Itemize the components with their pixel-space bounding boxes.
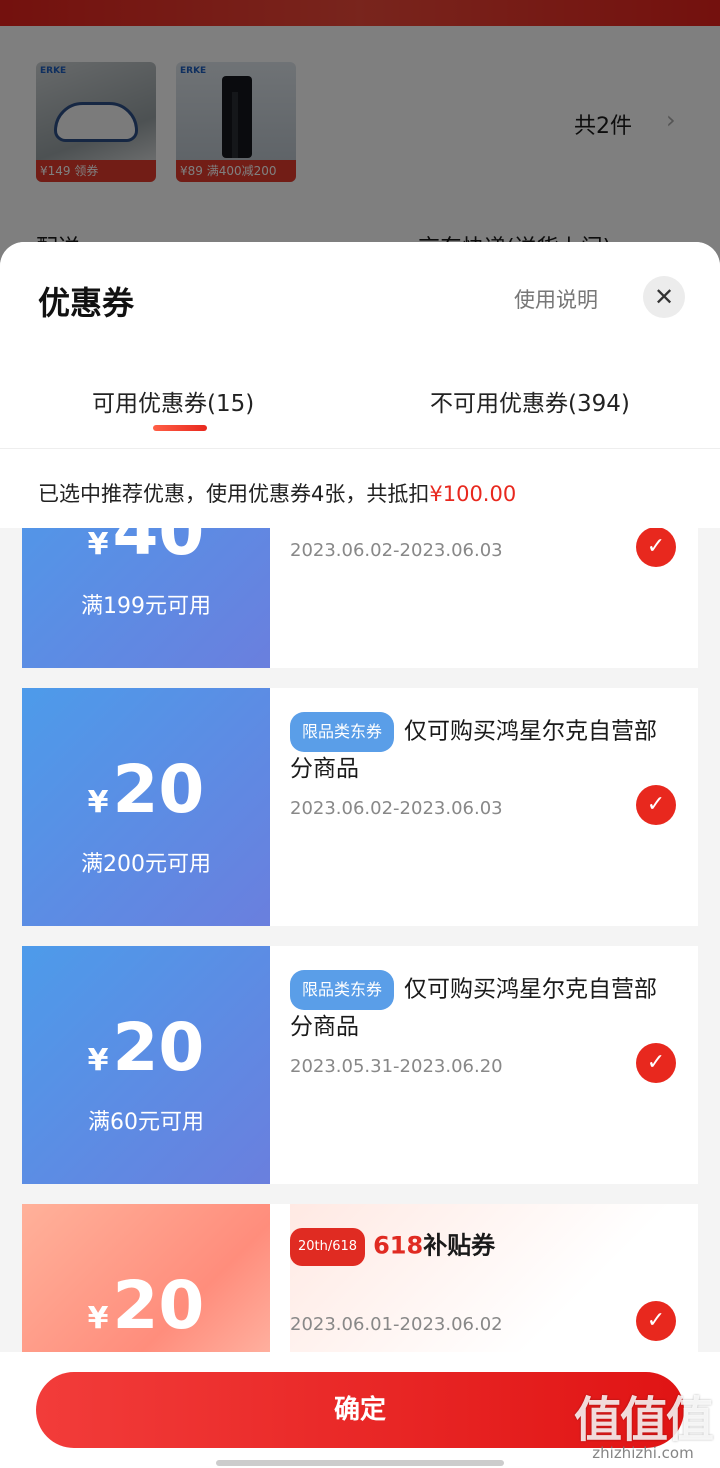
coupon-title: 限品类东券 仅可购买鸿星尔克自营部分商品	[290, 970, 670, 1044]
summary-text: 已选中推荐优惠，使用优惠券4张，共抵扣	[38, 482, 430, 506]
discount-summary: 已选中推荐优惠，使用优惠券4张，共抵扣¥100.00	[38, 478, 516, 508]
coupon-detail: 限品类东券 仅可购买鸿星尔克自营部分商品 2023.06.02-2023.06.0…	[290, 688, 690, 926]
category-pill: 限品类东券	[290, 712, 395, 752]
checkmark-icon[interactable]: ✓	[636, 785, 676, 825]
summary-amount: ¥100.00	[429, 482, 517, 506]
watermark-logo: 值值值	[573, 1392, 714, 1448]
yen-symbol: ¥	[87, 527, 109, 562]
coupon-sheet: 优惠券 使用说明 ✕ 可用优惠券(15) 不可用优惠券(394) 已选中推荐优惠…	[0, 242, 720, 1468]
divider	[0, 448, 720, 449]
coupon-amount-value: 20	[112, 1267, 205, 1344]
coupon-amount-value: 20	[112, 1009, 205, 1086]
checkmark-icon[interactable]: ✓	[636, 1043, 676, 1083]
yen-symbol: ¥	[87, 1301, 109, 1336]
coupon-value-panel: ¥20 满60元可用	[22, 946, 270, 1184]
coupon-amount: ¥20	[22, 1266, 270, 1359]
category-pill: 限品类东券	[290, 970, 395, 1010]
coupon-condition: 满60元可用	[88, 1110, 204, 1135]
sheet-title: 优惠券	[38, 284, 135, 322]
close-icon[interactable]: ✕	[643, 276, 685, 318]
active-tab-indicator	[153, 425, 207, 431]
watermark: 值值值 zhizhizhi.com	[568, 1380, 718, 1462]
coupon-detail: 限品类东券 仅可购买鸿星尔克自营部分商品 2023.05.31-2023.06.2…	[290, 946, 690, 1184]
coupon-condition: 满200元可用	[81, 852, 211, 877]
checkmark-icon[interactable]: ✓	[636, 1301, 676, 1341]
coupon-amount: ¥20	[22, 750, 270, 843]
home-indicator[interactable]	[216, 1460, 504, 1466]
yen-symbol: ¥	[87, 785, 109, 820]
usage-help-link[interactable]: 使用说明	[514, 284, 598, 314]
tab-unavailable-coupons[interactable]: 不可用优惠券(394)	[430, 384, 630, 418]
coupon-card[interactable]: ¥20 满60元可用 限品类东券 仅可购买鸿星尔克自营部分商品 2023.05.3…	[22, 946, 698, 1184]
coupon-date: 2023.06.02-2023.06.03	[290, 798, 503, 819]
coupon-date: 2023.06.02-2023.06.03	[290, 540, 503, 561]
coupon-date: 2023.05.31-2023.06.20	[290, 1056, 503, 1077]
sheet-header: 优惠券 使用说明 ✕ 可用优惠券(15) 不可用优惠券(394) 已选中推荐优惠…	[0, 242, 720, 528]
coupon-amount-value: 20	[112, 751, 205, 828]
coupon-title: 限品类东券 仅可购买鸿星尔克自营部分商品	[290, 712, 670, 786]
coupon-amount: ¥20	[22, 1008, 270, 1101]
coupon-card[interactable]: ¥20 满200元可用 限品类东券 仅可购买鸿星尔克自营部分商品 2023.06.…	[22, 688, 698, 926]
coupon-value-panel: ¥20 满200元可用	[22, 688, 270, 926]
tab-available-coupons[interactable]: 可用优惠券(15)	[92, 384, 254, 418]
coupon-condition: 满199元可用	[81, 594, 211, 619]
coupon-date: 2023.06.01-2023.06.02	[290, 1314, 503, 1335]
checkmark-icon[interactable]: ✓	[636, 527, 676, 567]
coupon-title: 20th/618 618补贴券	[290, 1228, 670, 1266]
618-badge: 20th/618	[290, 1228, 366, 1266]
yen-symbol: ¥	[87, 1043, 109, 1078]
618-title: 618	[373, 1231, 424, 1260]
coupon-title-text: 补贴券	[423, 1231, 496, 1260]
